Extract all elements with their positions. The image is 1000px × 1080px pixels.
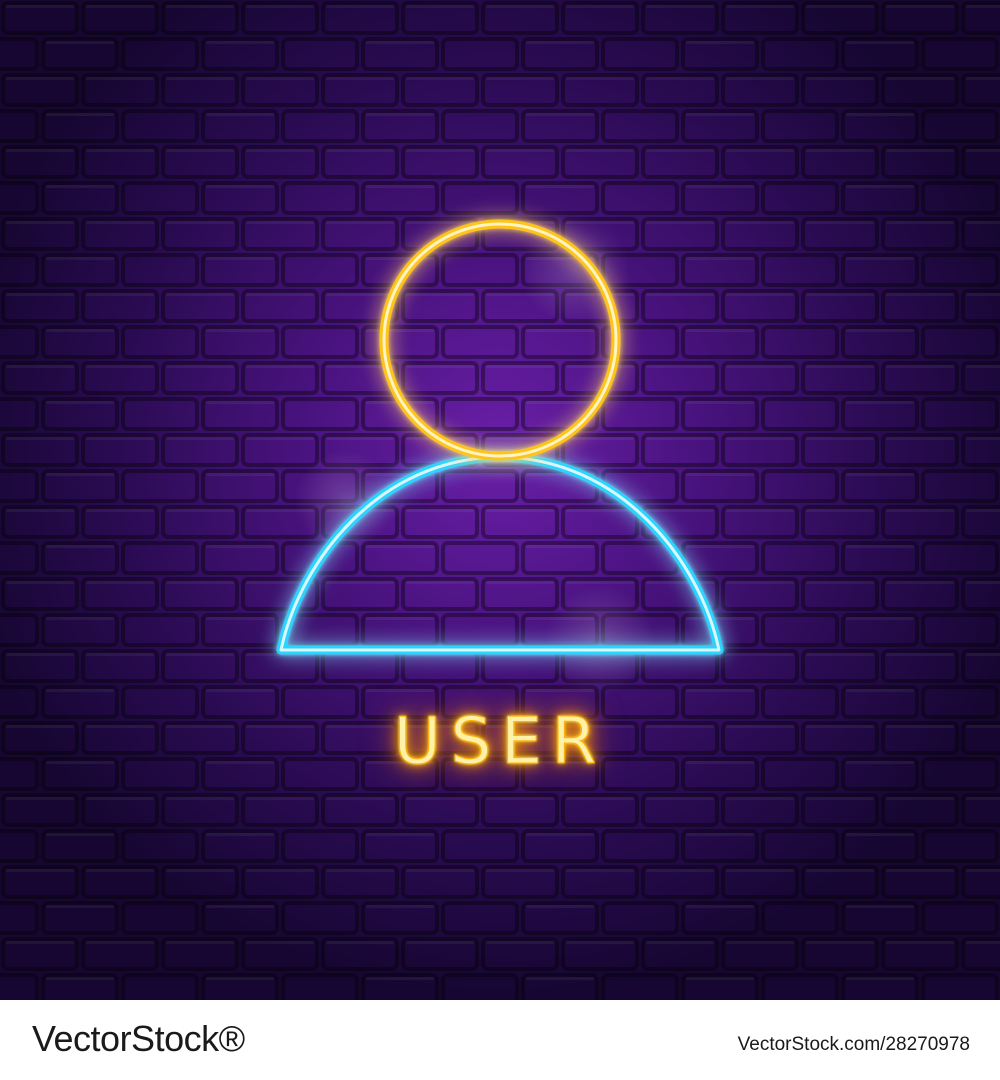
brick-wall-background: USER (0, 0, 1000, 1000)
neon-scene-svg (0, 0, 1000, 1000)
light-spot (545, 585, 655, 695)
watermark-footer: VectorStock® VectorStock.com/28270978 (0, 1000, 1000, 1080)
brick-pattern (0, 0, 1000, 1000)
neon-user-image: USER VectorStock® VectorStock.com/282709… (0, 0, 1000, 1080)
vectorstock-logo: VectorStock® (32, 1018, 245, 1059)
image-id-text: VectorStock.com/28270978 (737, 1034, 970, 1055)
neon-caption: USER (393, 705, 607, 780)
